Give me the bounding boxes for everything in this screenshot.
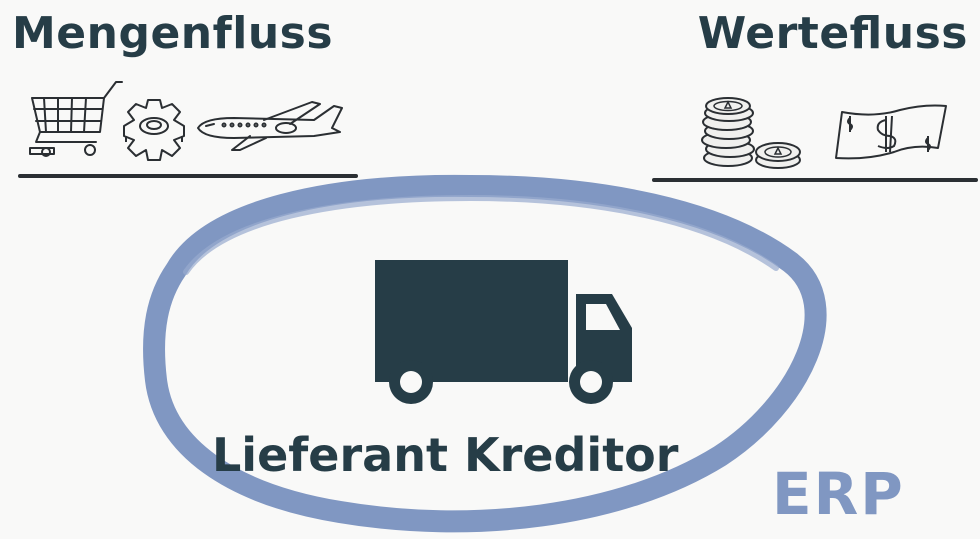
- truck-icon: [375, 260, 632, 404]
- erp-label: ERP: [772, 460, 905, 528]
- caption-lieferant-kreditor: Lieferant Kreditor: [212, 428, 679, 482]
